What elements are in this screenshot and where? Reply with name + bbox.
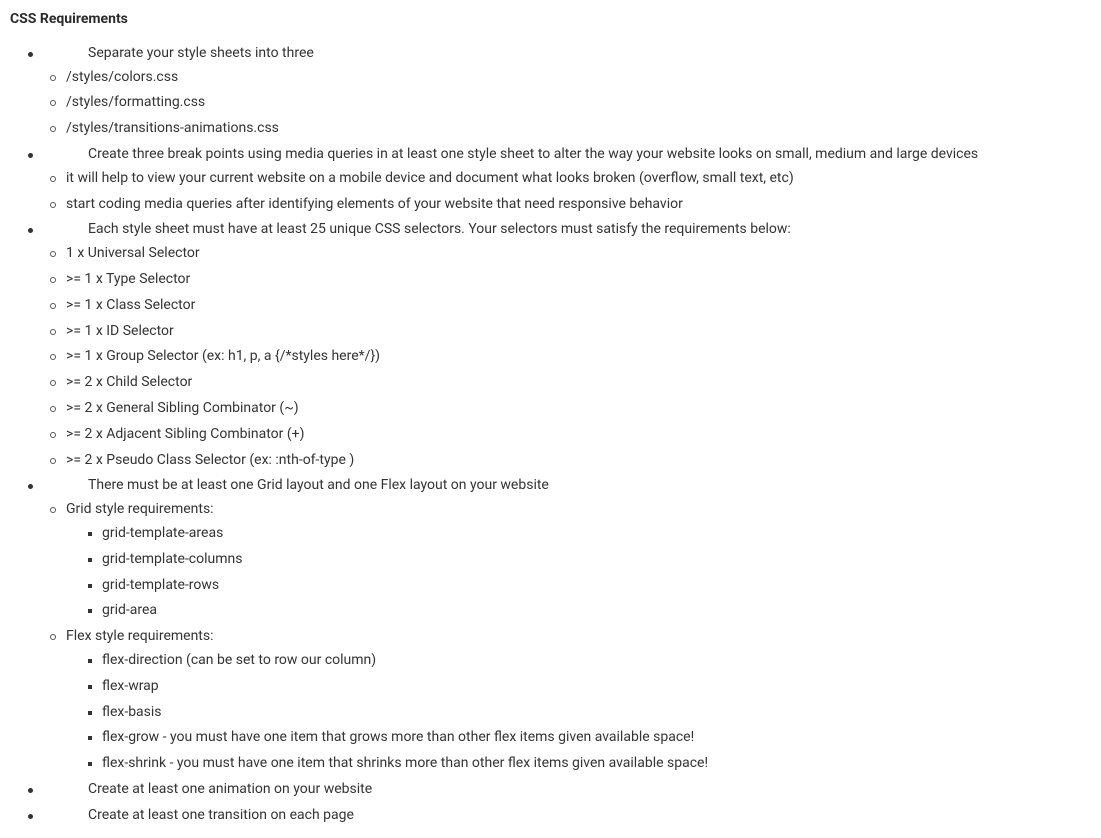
sel-universal: 1 x Universal Selector <box>48 242 1091 266</box>
flex-direction: flex-direction (can be set to row our co… <box>86 649 1091 673</box>
req-text: There must be at least one Grid layout a… <box>88 477 549 493</box>
req-text: Create at least one transition on each p… <box>88 807 354 823</box>
flex-props-list: flex-direction (can be set to row our co… <box>86 649 1091 776</box>
section-heading: CSS Requirements <box>10 8 1091 32</box>
file-transitions: /styles/transitions-animations.css <box>48 117 1091 141</box>
grid-template-rows: grid-template-rows <box>86 574 1091 598</box>
req-text: Create at least one animation on your we… <box>88 781 372 797</box>
grid-template-areas: grid-template-areas <box>86 522 1091 546</box>
grid-template-columns: grid-template-columns <box>86 548 1091 572</box>
req-selectors: Each style sheet must have at least 25 u… <box>10 218 1091 472</box>
flex-label: Flex style requirements: <box>66 628 214 644</box>
sel-group: >= 1 x Group Selector (ex: h1, p, a {/*s… <box>48 345 1091 369</box>
sel-adjacent-sibling: >= 2 x Adjacent Sibling Combinator (+) <box>48 423 1091 447</box>
req-breakpoints: Create three break points using media qu… <box>10 143 1091 216</box>
sel-id: >= 1 x ID Selector <box>48 320 1091 344</box>
selectors-list: 1 x Universal Selector >= 1 x Type Selec… <box>48 242 1091 472</box>
requirements-list: Separate your style sheets into three /s… <box>10 42 1091 828</box>
flex-basis: flex-basis <box>86 701 1091 725</box>
grid-requirements: Grid style requirements: grid-template-a… <box>48 498 1091 623</box>
stylesheet-files-list: /styles/colors.css /styles/formatting.cs… <box>48 66 1091 141</box>
req-animation: Create at least one animation on your we… <box>10 778 1091 802</box>
req-separate-stylesheets: Separate your style sheets into three /s… <box>10 42 1091 141</box>
req-text: Create three break points using media qu… <box>88 146 978 162</box>
flex-requirements: Flex style requirements: flex-direction … <box>48 625 1091 776</box>
breakpoints-sub-list: it will help to view your current websit… <box>48 167 1091 217</box>
req-layouts: There must be at least one Grid layout a… <box>10 474 1091 776</box>
flex-grow: flex-grow - you must have one item that … <box>86 726 1091 750</box>
grid-area: grid-area <box>86 599 1091 623</box>
breakpoint-tip-identify: start coding media queries after identif… <box>48 193 1091 217</box>
sel-class: >= 1 x Class Selector <box>48 294 1091 318</box>
file-formatting: /styles/formatting.css <box>48 91 1091 115</box>
flex-shrink: flex-shrink - you must have one item tha… <box>86 752 1091 776</box>
layouts-list: Grid style requirements: grid-template-a… <box>48 498 1091 776</box>
req-text: Each style sheet must have at least 25 u… <box>88 221 791 237</box>
sel-child: >= 2 x Child Selector <box>48 371 1091 395</box>
sel-general-sibling: >= 2 x General Sibling Combinator (~) <box>48 397 1091 421</box>
req-transition: Create at least one transition on each p… <box>10 804 1091 828</box>
file-colors: /styles/colors.css <box>48 66 1091 90</box>
sel-type: >= 1 x Type Selector <box>48 268 1091 292</box>
breakpoint-tip-mobile: it will help to view your current websit… <box>48 167 1091 191</box>
grid-label: Grid style requirements: <box>66 501 214 517</box>
sel-pseudo-class: >= 2 x Pseudo Class Selector (ex: :nth-o… <box>48 449 1091 473</box>
grid-props-list: grid-template-areas grid-template-column… <box>86 522 1091 623</box>
req-text: Separate your style sheets into three <box>88 45 314 61</box>
flex-wrap: flex-wrap <box>86 675 1091 699</box>
